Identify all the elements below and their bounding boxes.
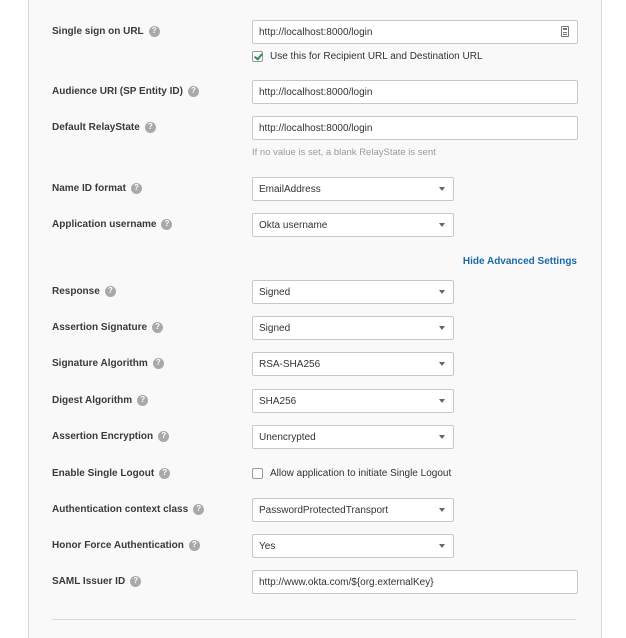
caret-down-icon xyxy=(439,508,445,512)
name-id-format-label-text: Name ID format xyxy=(52,182,126,194)
help-icon[interactable]: ? xyxy=(152,357,164,369)
honor-force-auth-value: Yes xyxy=(259,540,276,552)
saml-issuer-id-input[interactable]: http://www.okta.com/${org.externalKey} xyxy=(252,570,578,594)
auth-context-class-select[interactable]: PasswordProtectedTransport xyxy=(252,498,454,522)
audience-uri-input[interactable]: http://localhost:8000/login xyxy=(252,80,578,104)
single-logout-checkbox-label: Allow application to initiate Single Log… xyxy=(270,467,452,479)
single-logout-label: Enable Single Logout ? xyxy=(52,466,171,480)
audience-uri-label-text: Audience URI (SP Entity ID) xyxy=(52,85,183,97)
caret-down-icon xyxy=(439,326,445,330)
audience-uri-value: http://localhost:8000/login xyxy=(259,86,373,98)
digest-algorithm-select[interactable]: SHA256 xyxy=(252,389,454,413)
default-relaystate-value: http://localhost:8000/login xyxy=(259,122,373,134)
help-icon[interactable]: ? xyxy=(152,321,164,333)
help-icon[interactable]: ? xyxy=(148,25,160,37)
auth-context-class-label-text: Authentication context class xyxy=(52,503,189,515)
help-icon[interactable]: ? xyxy=(137,394,149,406)
help-icon[interactable]: ? xyxy=(130,182,142,194)
single-logout-checkbox[interactable] xyxy=(252,467,263,479)
recipient-checkbox-label: Use this for Recipient URL and Destinati… xyxy=(270,50,483,62)
app-username-label: Application username ? xyxy=(52,217,173,231)
sso-url-label: Single sign on URL ? xyxy=(52,24,160,38)
help-icon[interactable]: ? xyxy=(161,218,173,230)
caret-down-icon xyxy=(439,223,445,227)
sso-url-label-text: Single sign on URL xyxy=(52,25,144,37)
assertion-encryption-select[interactable]: Unencrypted xyxy=(252,425,454,449)
default-relaystate-label: Default RelayState ? xyxy=(52,120,156,134)
default-relaystate-input[interactable]: http://localhost:8000/login xyxy=(252,116,578,140)
response-label-text: Response xyxy=(52,285,100,297)
caret-down-icon xyxy=(439,187,445,191)
honor-force-auth-select[interactable]: Yes xyxy=(252,534,454,558)
assertion-encryption-value: Unencrypted xyxy=(259,431,316,443)
name-id-format-label: Name ID format ? xyxy=(52,181,142,195)
app-username-label-text: Application username xyxy=(52,218,157,230)
caret-down-icon xyxy=(439,544,445,548)
response-label: Response ? xyxy=(52,284,116,298)
response-select[interactable]: Signed xyxy=(252,280,454,304)
single-logout-checkbox-row[interactable]: Allow application to initiate Single Log… xyxy=(252,466,451,480)
caret-down-icon xyxy=(439,362,445,366)
assertion-encryption-label: Assertion Encryption ? xyxy=(52,429,170,443)
signature-algorithm-value: RSA-SHA256 xyxy=(259,358,321,370)
caret-down-icon xyxy=(439,290,445,294)
assertion-signature-select[interactable]: Signed xyxy=(252,316,454,340)
calculator-icon[interactable] xyxy=(561,26,569,37)
help-icon[interactable]: ? xyxy=(104,285,116,297)
response-value: Signed xyxy=(259,286,291,298)
assertion-signature-label: Assertion Signature ? xyxy=(52,320,164,334)
saml-issuer-id-value: http://www.okta.com/${org.externalKey} xyxy=(259,576,434,588)
sso-url-input[interactable]: http://localhost:8000/login xyxy=(252,20,578,44)
relaystate-hint: If no value is set, a blank RelayState i… xyxy=(252,147,436,158)
recipient-checkbox[interactable] xyxy=(252,50,263,62)
help-icon[interactable]: ? xyxy=(130,575,142,587)
signature-algorithm-label-text: Signature Algorithm xyxy=(52,357,148,369)
signature-algorithm-label: Signature Algorithm ? xyxy=(52,356,164,370)
name-id-format-value: EmailAddress xyxy=(259,183,321,195)
caret-down-icon xyxy=(439,435,445,439)
help-icon[interactable]: ? xyxy=(188,539,200,551)
name-id-format-select[interactable]: EmailAddress xyxy=(252,177,454,201)
recipient-checkbox-row[interactable]: Use this for Recipient URL and Destinati… xyxy=(252,49,483,63)
audience-uri-label: Audience URI (SP Entity ID) ? xyxy=(52,84,199,98)
help-icon[interactable]: ? xyxy=(193,503,205,515)
digest-algorithm-label: Digest Algorithm ? xyxy=(52,393,149,407)
digest-algorithm-value: SHA256 xyxy=(259,395,297,407)
saml-issuer-id-label-text: SAML Issuer ID xyxy=(52,575,126,587)
hide-advanced-settings-link[interactable]: Hide Advanced Settings xyxy=(463,256,577,267)
app-username-select[interactable]: Okta username xyxy=(252,213,454,237)
single-logout-label-text: Enable Single Logout xyxy=(52,467,155,479)
section-divider xyxy=(52,619,576,620)
caret-down-icon xyxy=(439,399,445,403)
auth-context-class-value: PasswordProtectedTransport xyxy=(259,504,389,516)
help-icon[interactable]: ? xyxy=(144,121,156,133)
honor-force-auth-label: Honor Force Authentication ? xyxy=(52,538,200,552)
sso-url-value: http://localhost:8000/login xyxy=(259,26,373,38)
default-relaystate-label-text: Default RelayState xyxy=(52,121,140,133)
assertion-signature-value: Signed xyxy=(259,322,291,334)
assertion-signature-label-text: Assertion Signature xyxy=(52,321,148,333)
help-icon[interactable]: ? xyxy=(187,85,199,97)
help-icon[interactable]: ? xyxy=(159,467,171,479)
assertion-encryption-label-text: Assertion Encryption xyxy=(52,430,154,442)
app-username-value: Okta username xyxy=(259,219,328,231)
saml-issuer-id-label: SAML Issuer ID ? xyxy=(52,574,142,588)
honor-force-auth-label-text: Honor Force Authentication xyxy=(52,539,184,551)
digest-algorithm-label-text: Digest Algorithm xyxy=(52,394,133,406)
signature-algorithm-select[interactable]: RSA-SHA256 xyxy=(252,352,454,376)
help-icon[interactable]: ? xyxy=(158,430,170,442)
auth-context-class-label: Authentication context class ? xyxy=(52,502,205,516)
